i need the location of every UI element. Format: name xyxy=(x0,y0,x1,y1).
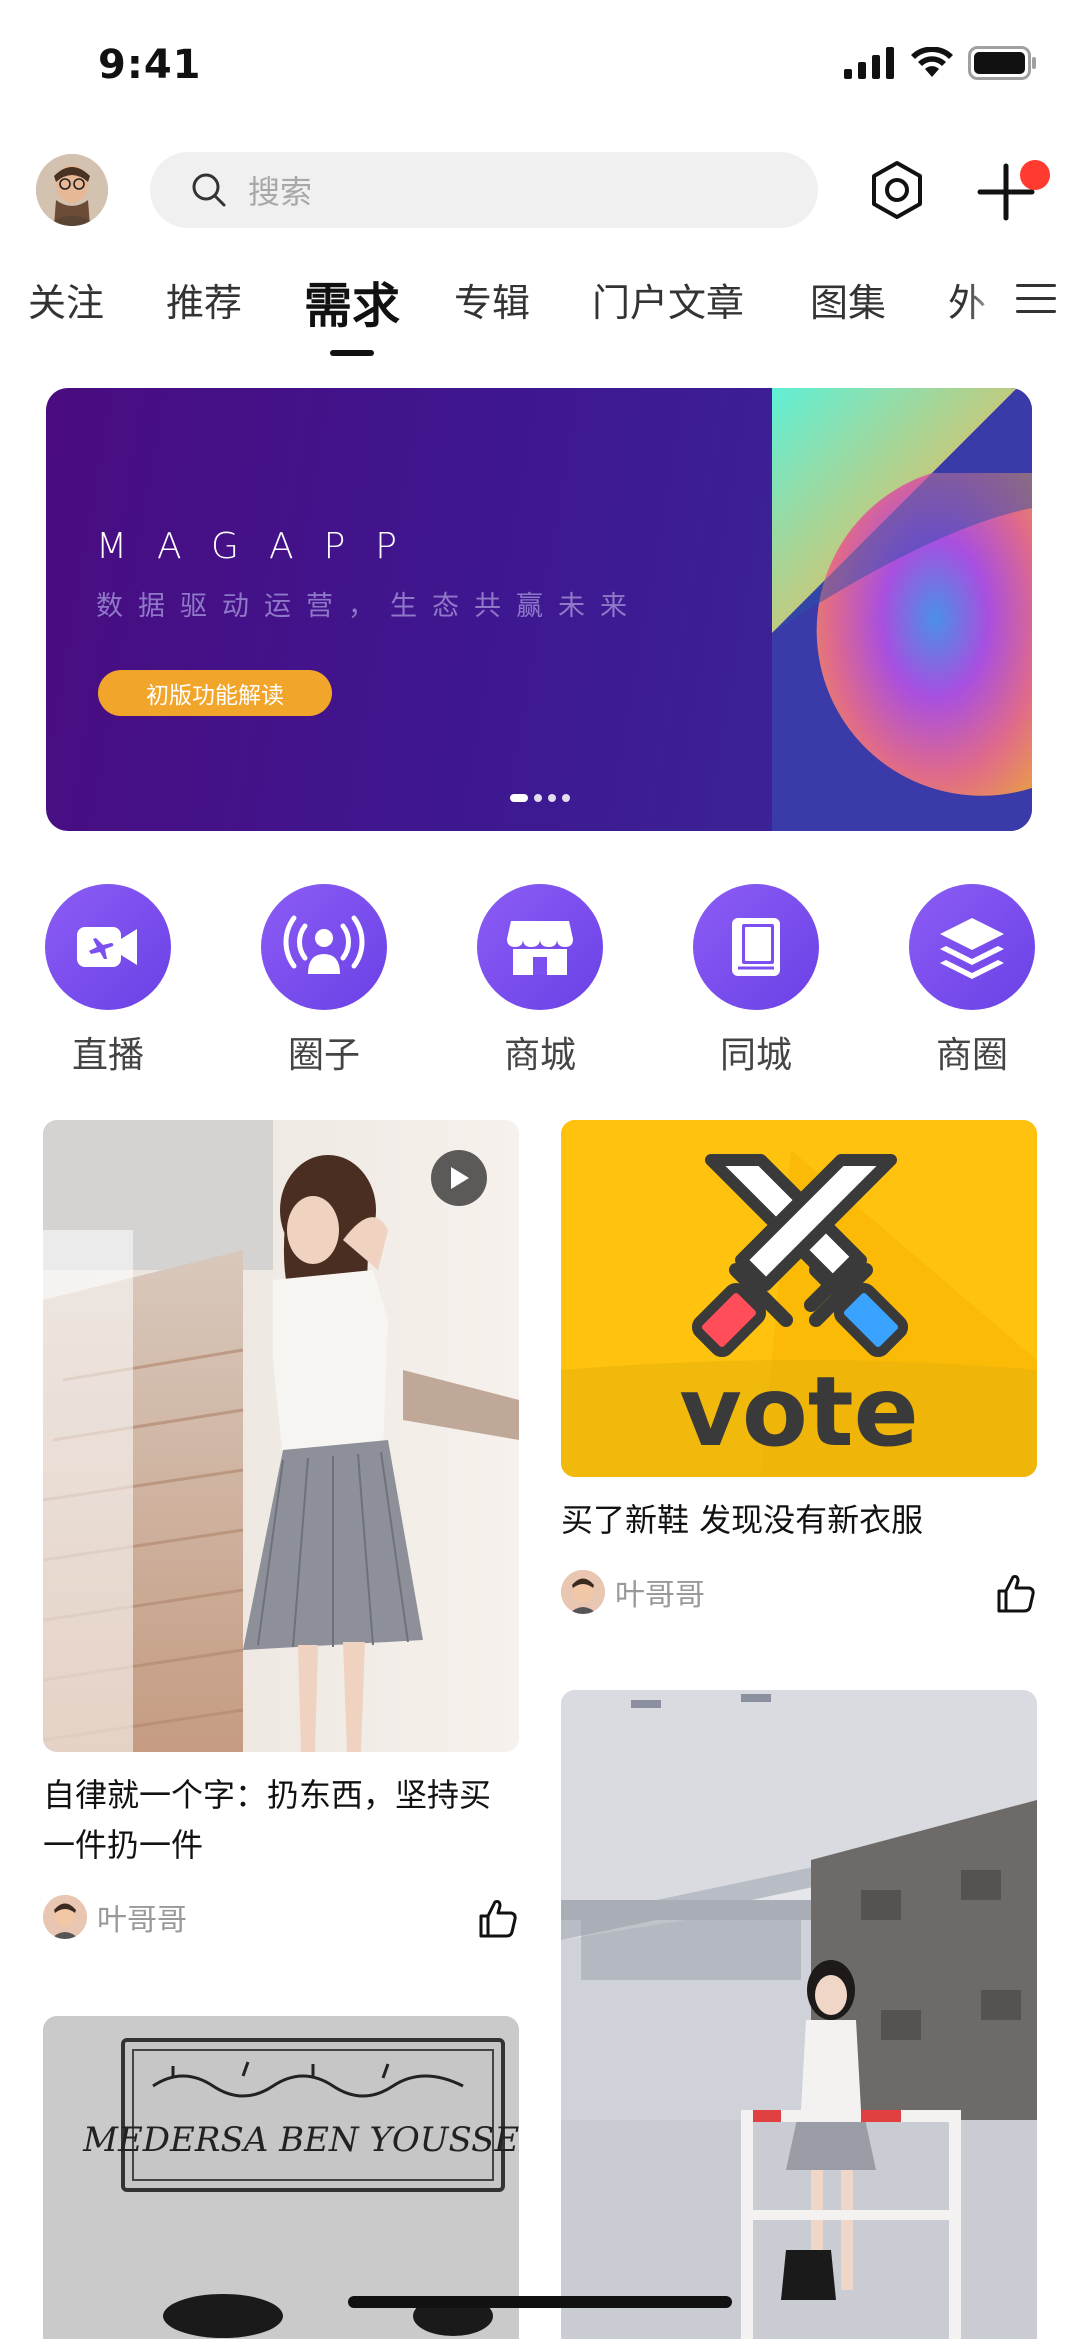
menu-line xyxy=(1016,284,1056,287)
user-avatar[interactable] xyxy=(36,154,108,226)
tab-portal-articles[interactable]: 门户文章 xyxy=(592,272,744,327)
status-icons xyxy=(844,46,1038,80)
category-icon-circle xyxy=(261,884,387,1010)
vote-graphic: vote xyxy=(561,1120,1037,1477)
search-placeholder: 搜索 xyxy=(248,173,313,211)
feed-card-image[interactable]: MEDERSA BEN YOUSSEF xyxy=(43,2016,519,2339)
thumbs-up-icon[interactable] xyxy=(993,1571,1037,1615)
tab-demand[interactable]: 需求 xyxy=(304,266,400,336)
feed-card-image[interactable] xyxy=(561,1690,1037,2339)
category-icon-circle xyxy=(693,884,819,1010)
status-bar: 9:41 xyxy=(0,0,1080,130)
category-tabs: 关注 推荐 需求 专辑 门户文章 图集 外 xyxy=(0,272,1080,364)
settings-button[interactable] xyxy=(862,150,932,230)
category-mall[interactable]: 商城 xyxy=(470,884,610,1078)
menu-line xyxy=(1016,297,1056,300)
active-tab-indicator xyxy=(330,350,374,356)
photo-medersa-sign: MEDERSA BEN YOUSSEF xyxy=(43,2016,519,2339)
author-portrait-icon xyxy=(561,1570,605,1614)
author-name[interactable]: 叶哥哥 xyxy=(97,1895,187,1939)
book-icon xyxy=(732,918,780,976)
category-icon-circle xyxy=(909,884,1035,1010)
feed-card-title[interactable]: 自律就一个字：扔东西，坚持买一件扔一件 xyxy=(43,1770,519,1870)
category-label: 商城 xyxy=(503,1035,576,1076)
feed-card[interactable]: MEDERSA BEN YOUSSEF xyxy=(43,2016,519,2339)
feed-card[interactable]: 自律就一个字：扔东西，坚持买一件扔一件 叶哥哥 xyxy=(43,1120,519,1942)
play-button[interactable] xyxy=(431,1150,487,1206)
photo-girl-stairs xyxy=(43,1120,519,1752)
signal-icon xyxy=(844,47,894,79)
feed-card-meta: 叶哥哥 xyxy=(43,1892,519,1942)
feed-card[interactable] xyxy=(561,1690,1037,2339)
tab-menu-button[interactable] xyxy=(1016,284,1056,316)
search-input[interactable]: 搜索 xyxy=(150,152,818,228)
category-live[interactable]: 直播 xyxy=(38,884,178,1078)
tab-gallery[interactable]: 图集 xyxy=(810,272,886,327)
layers-icon xyxy=(940,918,1004,979)
author-name[interactable]: 叶哥哥 xyxy=(615,1570,705,1614)
home-indicator[interactable] xyxy=(348,2296,732,2308)
feed-card-image[interactable] xyxy=(43,1120,519,1752)
category-label: 商圈 xyxy=(935,1035,1008,1076)
category-local[interactable]: 同城 xyxy=(686,884,826,1078)
banner-subtitle: 数据驱动运营，生态共赢未来 xyxy=(96,591,642,622)
category-label: 圈子 xyxy=(287,1035,360,1076)
author-avatar[interactable] xyxy=(561,1570,605,1614)
banner-cta-button[interactable]: 初版功能解读 xyxy=(98,670,332,716)
banner-title: MAGAPP xyxy=(96,526,427,567)
tab-follow[interactable]: 关注 xyxy=(28,272,104,327)
header: 搜索 xyxy=(0,150,1080,234)
author-avatar[interactable] xyxy=(43,1895,87,1939)
add-button[interactable] xyxy=(970,150,1050,230)
notification-dot xyxy=(1020,160,1050,190)
pagination-dot xyxy=(548,794,556,802)
feed-card-meta: 叶哥哥 xyxy=(561,1567,1037,1617)
avatar-portrait-icon xyxy=(36,154,108,226)
category-icon-circle xyxy=(45,884,171,1010)
broadcast-icon xyxy=(283,915,365,974)
pagination-dot-active xyxy=(510,794,528,802)
banner-pagination xyxy=(510,794,570,802)
category-label: 同城 xyxy=(719,1035,792,1076)
feed-card[interactable]: vote 买了新鞋 发现没有新衣服 叶哥哥 xyxy=(561,1120,1037,1617)
promo-banner[interactable]: MAGAPP 数据驱动运营，生态共赢未来 初版功能解读 xyxy=(46,388,1032,831)
battery-icon xyxy=(968,46,1036,80)
category-business[interactable]: 商圈 xyxy=(902,884,1042,1078)
tab-fade xyxy=(966,272,1006,342)
photo-girl-building xyxy=(561,1690,1037,2339)
category-label: 直播 xyxy=(71,1035,144,1076)
sign-text: MEDERSA BEN YOUSSEF xyxy=(82,2120,519,2160)
pagination-dot xyxy=(534,794,542,802)
feed-card-image[interactable]: vote xyxy=(561,1120,1037,1477)
category-circle[interactable]: 圈子 xyxy=(254,884,394,1078)
vote-text: vote xyxy=(679,1356,919,1468)
category-icon-circle xyxy=(477,884,603,1010)
wifi-icon xyxy=(911,47,953,77)
author-portrait-icon xyxy=(43,1895,87,1939)
banner-graphic xyxy=(772,388,1032,831)
store-icon xyxy=(507,921,573,975)
thumbs-up-icon[interactable] xyxy=(475,1896,519,1940)
play-icon xyxy=(451,1167,469,1189)
live-camera-icon xyxy=(77,927,137,967)
menu-line xyxy=(1016,310,1056,313)
feed-card-title[interactable]: 买了新鞋 发现没有新衣服 xyxy=(561,1495,1037,1545)
status-time: 9:41 xyxy=(98,42,202,88)
tab-recommend[interactable]: 推荐 xyxy=(166,272,242,327)
pagination-dot xyxy=(562,794,570,802)
category-grid: 直播 圈子 商城 同城 商圈 xyxy=(0,884,1080,1076)
tab-album[interactable]: 专辑 xyxy=(454,272,530,327)
search-icon xyxy=(192,173,226,207)
hexagon-settings-icon xyxy=(872,161,922,219)
